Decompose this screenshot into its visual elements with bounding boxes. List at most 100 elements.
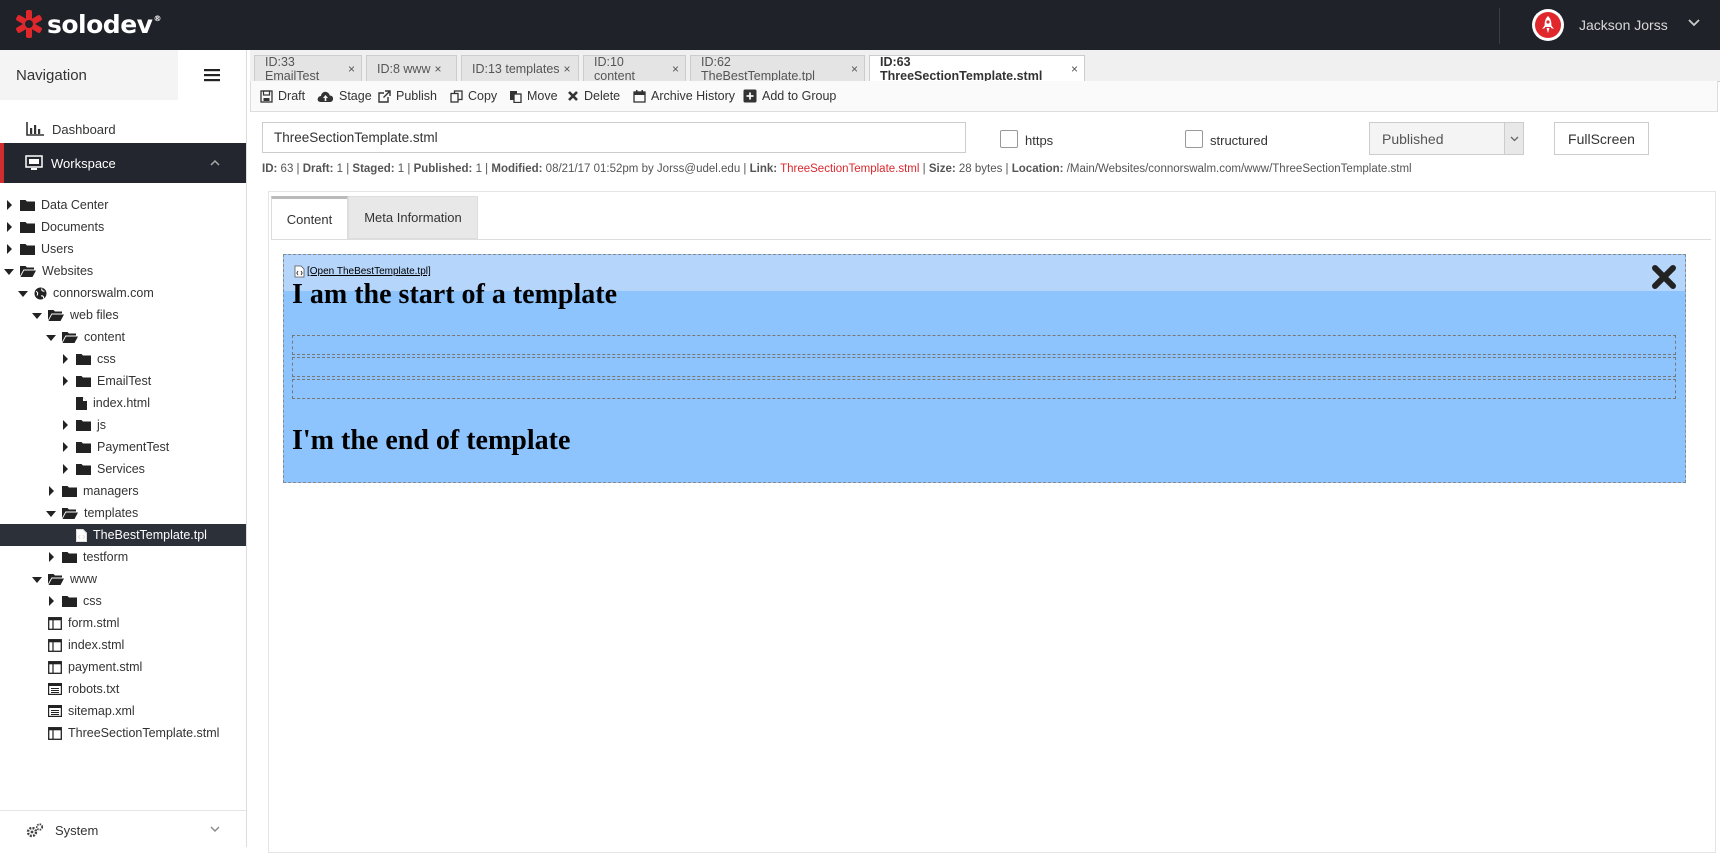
filename-value: ThreeSectionTemplate.stml: [274, 130, 438, 145]
caret-right-icon[interactable]: [46, 595, 56, 607]
close-tab-icon[interactable]: ×: [434, 62, 441, 76]
close-icon[interactable]: [1651, 264, 1677, 290]
sidebar-item-system[interactable]: System: [0, 810, 246, 848]
user-menu-chevron-icon[interactable]: [1688, 17, 1700, 29]
file-tab[interactable]: ID:33 EmailTest ×: [254, 55, 362, 83]
caret-right-icon[interactable]: [4, 221, 14, 233]
template-section-slot[interactable]: [292, 357, 1676, 377]
caret-right-icon[interactable]: [60, 463, 70, 475]
tree-item[interactable]: managers: [46, 480, 139, 502]
stage-button[interactable]: Stage: [317, 81, 372, 111]
tab-content[interactable]: Content: [271, 196, 348, 239]
tree-item[interactable]: index.stml: [32, 634, 124, 656]
tree-item[interactable]: Services: [60, 458, 145, 480]
archive-history-button[interactable]: Archive History: [633, 81, 735, 111]
meta-link[interactable]: ThreeSectionTemplate.stml: [780, 163, 919, 175]
caret-down-icon[interactable]: [32, 573, 42, 585]
tree-item[interactable]: payment.stml: [32, 656, 142, 678]
caret-right-icon[interactable]: [60, 375, 70, 387]
code-file-icon: [294, 265, 305, 278]
file-tab[interactable]: ID:10 content ×: [583, 55, 686, 83]
sidebar-item-workspace[interactable]: Workspace: [0, 143, 246, 183]
tree-item[interactable]: TheBestTemplate.tpl: [0, 524, 246, 546]
file-tab[interactable]: ID:62 TheBestTemplate.tpl ×: [690, 55, 865, 83]
meta-author: by Jorss@udel.edu: [641, 163, 741, 175]
plus-square-icon: [743, 89, 757, 103]
template-block[interactable]: I am the start of a template I'm the end…: [283, 254, 1686, 483]
caret-right-icon[interactable]: [46, 485, 56, 497]
tree-item-label: css: [97, 352, 116, 366]
tree-item[interactable]: css: [46, 590, 102, 612]
menu-toggle-button[interactable]: [178, 50, 246, 100]
caret-right-icon[interactable]: [4, 243, 14, 255]
tree-item[interactable]: PaymentTest: [60, 436, 169, 458]
caret-down-icon[interactable]: [4, 265, 14, 277]
tree-item[interactable]: templates: [46, 502, 138, 524]
delete-button[interactable]: Delete: [567, 81, 620, 111]
caret-right-icon[interactable]: [60, 353, 70, 365]
move-label: Move: [527, 89, 558, 103]
tree-item[interactable]: Websites: [4, 260, 93, 282]
close-tab-icon[interactable]: ×: [1071, 62, 1078, 76]
tree-item[interactable]: Data Center: [4, 194, 108, 216]
file-tab-label: ID:63 ThreeSectionTemplate.stml: [880, 55, 1043, 83]
tree-item[interactable]: ThreeSectionTemplate.stml: [32, 722, 219, 744]
tree-item[interactable]: css: [60, 348, 116, 370]
user-name[interactable]: Jackson Jorss: [1579, 17, 1668, 33]
structured-checkbox[interactable]: [1185, 130, 1203, 148]
file-tab[interactable]: ID:13 templates ×: [461, 55, 579, 81]
caret-right-icon[interactable]: [60, 419, 70, 431]
filename-input[interactable]: ThreeSectionTemplate.stml: [262, 122, 966, 153]
stml-file-icon: [48, 616, 62, 630]
user-avatar[interactable]: [1532, 9, 1564, 41]
tree-item[interactable]: Documents: [4, 216, 104, 238]
tree-item[interactable]: www: [32, 568, 97, 590]
tree-item[interactable]: testform: [46, 546, 128, 568]
caret-right-icon[interactable]: [46, 551, 56, 563]
tree-item[interactable]: Users: [4, 238, 74, 260]
publish-button[interactable]: Publish: [378, 81, 437, 111]
caret-right-icon[interactable]: [4, 199, 14, 211]
status-select[interactable]: Published: [1369, 122, 1524, 155]
tree-item[interactable]: web files: [32, 304, 119, 326]
tree-item[interactable]: connorswalm.com: [18, 282, 154, 304]
caret-down-icon[interactable]: [32, 309, 42, 321]
solodev-logo[interactable]: solodev ®: [14, 8, 161, 40]
file-tab[interactable]: ID:63 ThreeSectionTemplate.stml ×: [869, 55, 1085, 83]
file-tab[interactable]: ID:8 www ×: [366, 55, 457, 81]
caret-down-icon[interactable]: [46, 507, 56, 519]
tree-item[interactable]: index.html: [60, 392, 150, 414]
chevron-up-icon[interactable]: [210, 159, 220, 166]
tree-item[interactable]: js: [60, 414, 106, 436]
copy-button[interactable]: Copy: [450, 81, 497, 111]
chevron-down-icon[interactable]: [1504, 123, 1523, 154]
template-section-slot[interactable]: [292, 335, 1676, 355]
tree-item[interactable]: form.stml: [32, 612, 119, 634]
tree-item[interactable]: content: [46, 326, 125, 348]
template-section-slot[interactable]: [292, 379, 1676, 399]
folder-icon: [20, 221, 35, 233]
draft-button[interactable]: Draft: [260, 81, 305, 111]
caret-down-icon[interactable]: [46, 331, 56, 343]
close-tab-icon[interactable]: ×: [564, 62, 571, 76]
tree-item[interactable]: EmailTest: [60, 370, 151, 392]
https-checkbox[interactable]: [1000, 130, 1018, 148]
https-label: https: [1025, 133, 1054, 148]
meta-staged-label: Staged:: [352, 163, 395, 175]
tree-item[interactable]: robots.txt: [32, 678, 119, 700]
tree-item[interactable]: sitemap.xml: [32, 700, 135, 722]
close-tab-icon[interactable]: ×: [348, 62, 355, 76]
close-tab-icon[interactable]: ×: [672, 62, 679, 76]
caret-down-icon[interactable]: [18, 287, 28, 299]
tab-meta-information[interactable]: Meta Information: [348, 196, 478, 239]
tree-item-label: css: [83, 594, 102, 608]
move-button[interactable]: Move: [509, 81, 558, 111]
caret-right-icon[interactable]: [60, 441, 70, 453]
open-template-link[interactable]: [Open TheBestTemplate.tpl]: [294, 265, 431, 278]
close-tab-icon[interactable]: ×: [851, 62, 858, 76]
add-to-group-button[interactable]: Add to Group: [743, 81, 836, 111]
stage-label: Stage: [339, 89, 372, 103]
chevron-down-icon[interactable]: [210, 826, 220, 833]
solodev-logo-icon: [16, 10, 42, 38]
fullscreen-button[interactable]: FullScreen: [1554, 122, 1649, 155]
